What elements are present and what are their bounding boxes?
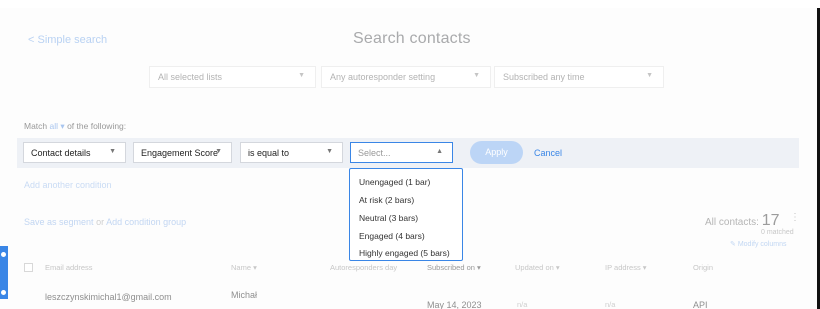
contacts-count-number: 17 bbox=[761, 212, 780, 229]
contacts-count-label: All contacts: bbox=[705, 217, 759, 228]
chevron-down-icon: ▼ bbox=[109, 148, 116, 155]
add-another-condition-link[interactable]: Add another condition bbox=[24, 180, 112, 190]
option-highly-engaged[interactable]: Highly engaged (5 bars) bbox=[359, 248, 450, 258]
autoresponder-filter[interactable]: Any autoresponder setting ▼ bbox=[321, 66, 491, 88]
matched-count: 0 matched bbox=[761, 229, 794, 236]
pencil-icon: ✎ bbox=[730, 241, 736, 248]
operator-select[interactable]: is equal to ▼ bbox=[240, 142, 343, 163]
match-suffix: of the following: bbox=[67, 121, 127, 131]
column-header-email[interactable]: Email address bbox=[45, 263, 93, 272]
column-header-ip[interactable]: IP address ▾ bbox=[605, 263, 647, 272]
feedback-tab[interactable] bbox=[0, 246, 8, 299]
row-origin: API bbox=[693, 300, 708, 309]
chevron-down-icon: ▼ bbox=[215, 148, 222, 155]
save-or-text: or bbox=[96, 217, 105, 227]
field-select[interactable]: Contact details ▼ bbox=[23, 142, 126, 163]
row-ip: n/a bbox=[605, 300, 616, 309]
option-at-risk[interactable]: At risk (2 bars) bbox=[359, 195, 414, 205]
row-updated: n/a bbox=[517, 300, 528, 309]
column-header-updated-label: Updated on bbox=[515, 263, 554, 272]
column-header-updated[interactable]: Updated on ▾ bbox=[515, 263, 560, 272]
value-dropdown-menu: Unengaged (1 bar) At risk (2 bars) Neutr… bbox=[349, 168, 463, 261]
column-header-ip-label: IP address bbox=[605, 263, 641, 272]
column-header-name-label: Name bbox=[231, 263, 252, 272]
simple-search-link[interactable]: < Simple search bbox=[28, 34, 107, 46]
column-header-origin[interactable]: Origin bbox=[693, 263, 713, 272]
select-all-checkbox[interactable] bbox=[24, 263, 33, 272]
match-row: Match all ▾ of the following: bbox=[24, 121, 126, 132]
field-select-value: Contact details bbox=[31, 148, 91, 158]
row-subscribed: May 14, 2023 bbox=[427, 300, 482, 309]
lists-filter-value: All selected lists bbox=[158, 72, 223, 82]
app-frame: < Simple search Search contacts All sele… bbox=[0, 0, 820, 309]
more-options-icon[interactable]: ⋮ bbox=[790, 212, 800, 223]
apply-button[interactable]: Apply bbox=[470, 141, 523, 164]
match-prefix: Match bbox=[24, 121, 48, 131]
chevron-up-icon: ▲ bbox=[436, 148, 443, 155]
operator-select-value: is equal to bbox=[248, 148, 290, 158]
column-header-name[interactable]: Name ▾ bbox=[231, 263, 257, 272]
row-name: Michał bbox=[231, 290, 258, 300]
modify-columns-label: Modify columns bbox=[737, 241, 787, 248]
chevron-down-icon: ▼ bbox=[473, 72, 480, 79]
contacts-count: All contacts: 17 bbox=[705, 212, 780, 230]
page-title: Search contacts bbox=[353, 30, 471, 47]
lists-filter[interactable]: All selected lists ▼ bbox=[149, 66, 316, 88]
column-header-subscribed[interactable]: Subscribed on ▾ bbox=[427, 263, 481, 272]
subscribed-filter-value: Subscribed any time bbox=[503, 72, 585, 82]
value-select-placeholder: Select... bbox=[358, 148, 391, 158]
value-select[interactable]: Select... ▲ bbox=[350, 142, 453, 163]
chevron-down-icon: ▼ bbox=[298, 72, 305, 79]
column-header-subscribed-label: Subscribed on bbox=[427, 263, 475, 272]
option-unengaged[interactable]: Unengaged (1 bar) bbox=[359, 177, 430, 187]
column-header-autoresponder[interactable]: Autoresponders day bbox=[330, 263, 397, 272]
dot-icon bbox=[1, 252, 6, 257]
autoresponder-filter-value: Any autoresponder setting bbox=[330, 72, 436, 82]
cancel-button[interactable]: Cancel bbox=[534, 148, 562, 158]
subscribed-filter[interactable]: Subscribed any time ▼ bbox=[494, 66, 664, 88]
save-as-segment-link[interactable]: Save as segment bbox=[24, 217, 94, 227]
top-bar bbox=[0, 0, 820, 8]
chevron-down-icon: ▾ bbox=[60, 121, 65, 131]
attribute-select[interactable]: Engagement Score ▼ bbox=[133, 142, 232, 163]
attribute-select-value: Engagement Score bbox=[141, 148, 219, 158]
modify-columns-link[interactable]: ✎ Modify columns bbox=[730, 240, 786, 248]
chevron-down-icon: ▼ bbox=[646, 72, 653, 79]
add-condition-group-link[interactable]: Add condition group bbox=[106, 217, 186, 227]
match-mode-select[interactable]: all bbox=[50, 121, 59, 131]
dot-icon bbox=[1, 290, 6, 295]
row-email[interactable]: leszczynskimichal1@gmail.com bbox=[45, 292, 172, 302]
chevron-down-icon: ▼ bbox=[326, 148, 333, 155]
option-neutral[interactable]: Neutral (3 bars) bbox=[359, 213, 418, 223]
save-row: Save as segment or Add condition group bbox=[24, 217, 186, 227]
option-engaged[interactable]: Engaged (4 bars) bbox=[359, 231, 425, 241]
